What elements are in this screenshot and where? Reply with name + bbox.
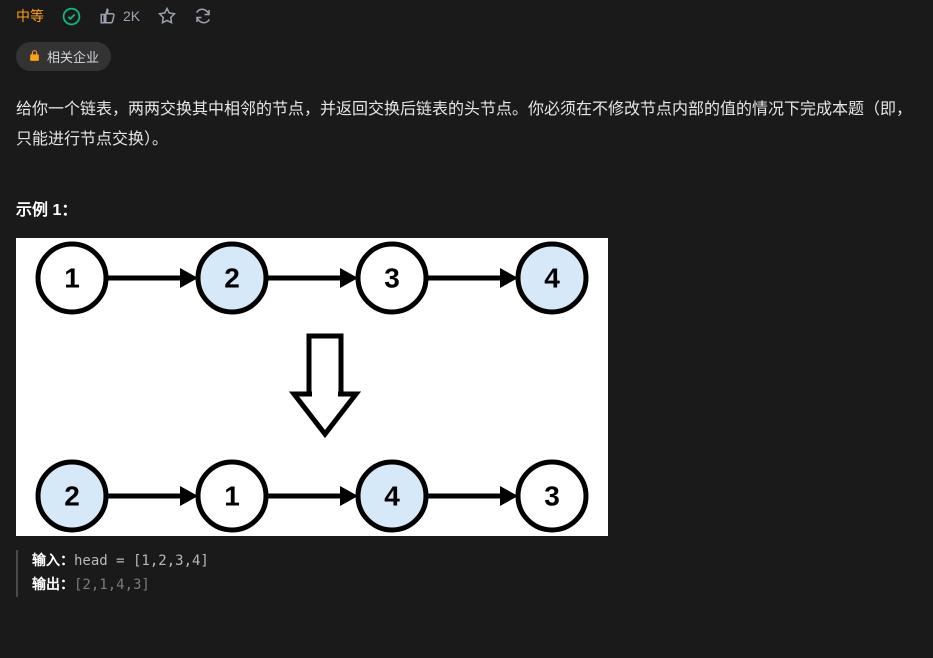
svg-text:2: 2 — [64, 480, 80, 511]
diagram-after-row: 2 1 4 3 — [38, 462, 586, 530]
svg-text:3: 3 — [384, 262, 400, 293]
example-label: 示例 1： — [16, 196, 917, 220]
svg-text:1: 1 — [64, 262, 80, 293]
example-output-line: 输出：[2,1,4,3] — [32, 574, 917, 598]
companies-tag-label: 相关企业 — [47, 47, 99, 66]
svg-text:1: 1 — [224, 480, 240, 511]
tags-row: 相关企业 — [16, 42, 917, 71]
diagram-before-row: 1 2 3 4 — [38, 244, 586, 312]
like-button[interactable]: 2K — [99, 7, 140, 25]
output-value: [2,1,4,3] — [74, 577, 150, 593]
problem-description: 给你一个链表，两两交换其中相邻的节点，并返回交换后链表的头节点。你必须在不修改节… — [16, 95, 917, 156]
svg-text:4: 4 — [544, 262, 560, 293]
solved-icon — [62, 7, 81, 26]
svg-text:2: 2 — [224, 262, 240, 293]
difficulty-label: 中等 — [16, 6, 44, 26]
lock-icon — [28, 49, 41, 65]
svg-text:3: 3 — [544, 480, 560, 511]
input-label: 输入： — [32, 553, 74, 569]
refresh-button[interactable] — [194, 7, 212, 25]
output-label: 输出： — [32, 577, 74, 593]
companies-tag[interactable]: 相关企业 — [16, 42, 111, 71]
problem-header: 中等 2K — [16, 6, 917, 26]
transform-arrow-icon — [294, 336, 356, 434]
svg-text:4: 4 — [384, 480, 400, 511]
like-count: 2K — [123, 8, 140, 24]
favorite-button[interactable] — [158, 7, 176, 25]
example-input-line: 输入：head = [1,2,3,4] — [32, 550, 917, 574]
input-value: head = [1,2,3,4] — [74, 553, 209, 569]
example-diagram: 1 2 3 4 2 1 4 3 — [16, 238, 608, 536]
example-code-block: 输入：head = [1,2,3,4] 输出：[2,1,4,3] — [16, 550, 917, 598]
